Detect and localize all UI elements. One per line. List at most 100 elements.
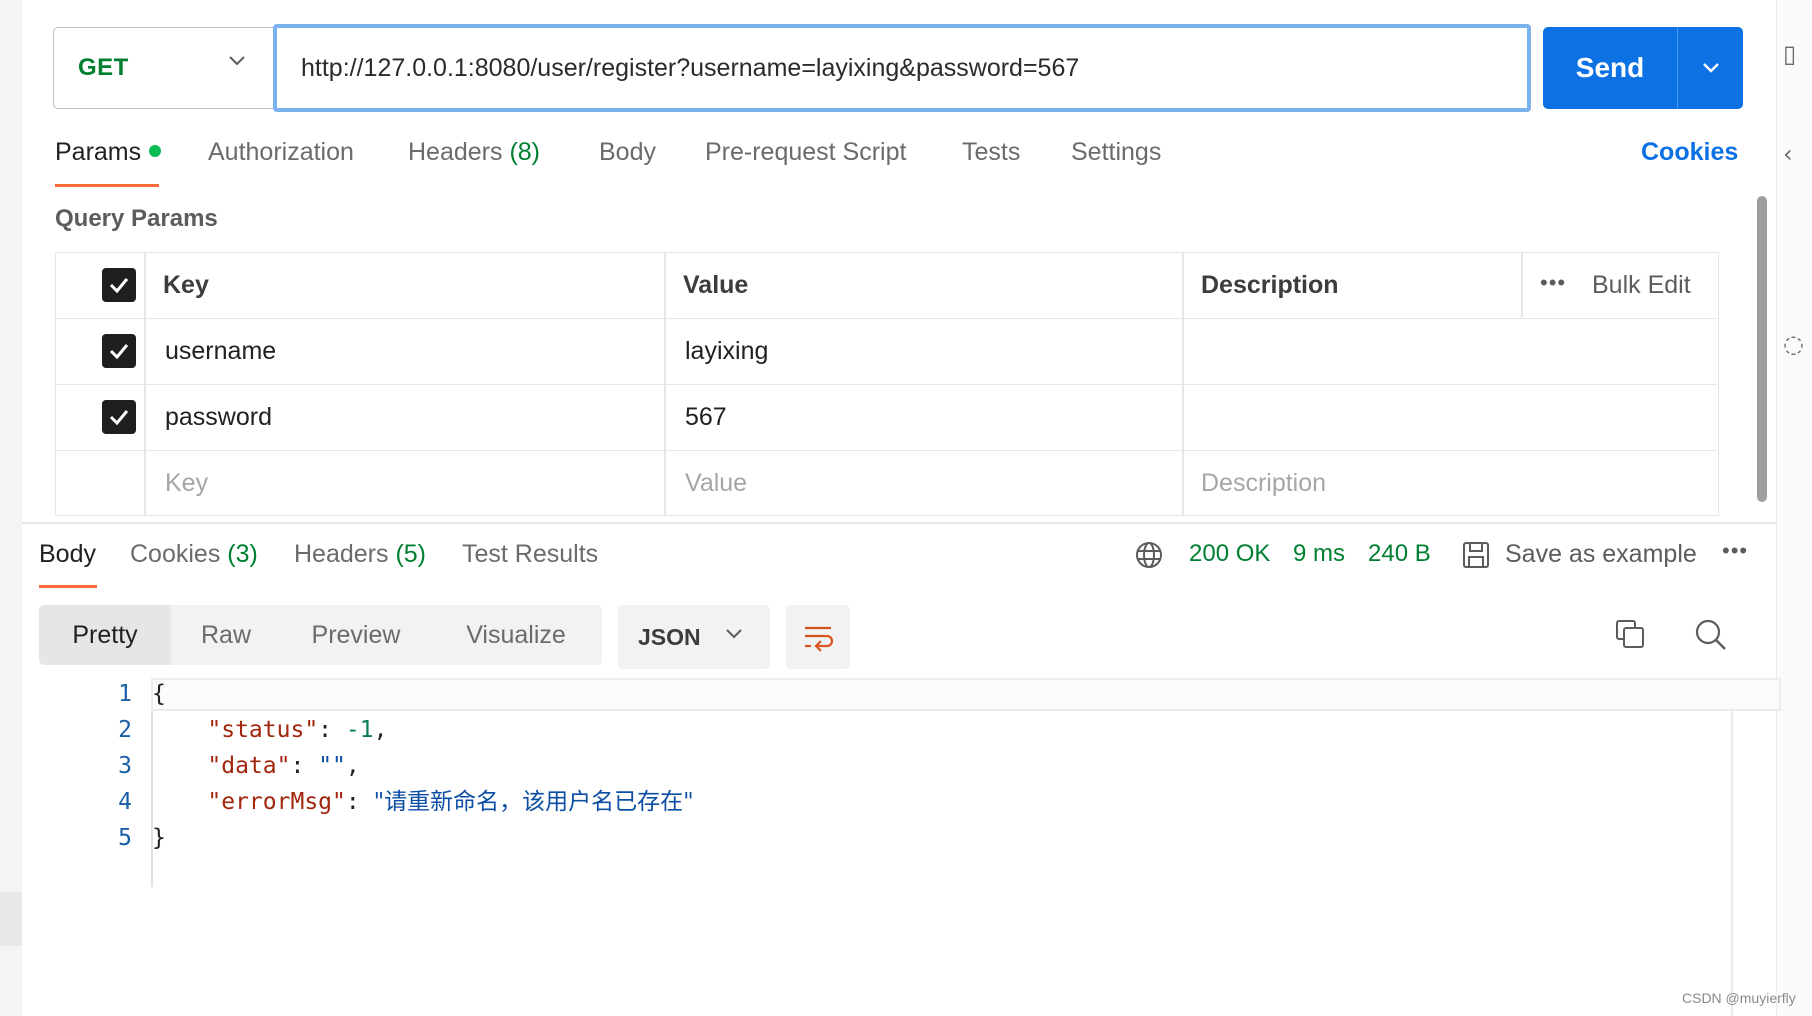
table-row: username layixing [56,319,1717,385]
param-value-cell[interactable]: 567 [685,385,727,449]
tab-response-headers[interactable]: Headers (5) [294,540,426,569]
tab-response-body[interactable]: Body [39,540,96,569]
chevron-left-icon[interactable]: ‹ [1783,140,1793,168]
pane-divider[interactable] [22,522,1776,524]
param-description-cell[interactable] [1201,319,1511,383]
tab-label: Authorization [208,138,354,166]
right-sidebar-edge: ▯ ‹ ◌ [1776,0,1812,1016]
json-key: "data" [207,753,291,779]
column-header-description: Description [1201,271,1339,299]
tab-tests[interactable]: Tests [962,138,1020,167]
tab-count: (8) [509,138,541,166]
chevron-down-icon [1702,63,1719,73]
send-options-button[interactable] [1678,61,1743,75]
more-options-icon[interactable]: ••• [1540,253,1566,317]
code-line: "status": -1, [207,717,388,743]
view-visualize[interactable]: Visualize [431,605,601,665]
new-key-input[interactable]: Key [165,451,208,515]
tab-label: Cookies [130,540,221,568]
query-params-title: Query Params [55,205,218,232]
send-button[interactable]: Send [1543,27,1743,109]
method-select[interactable]: GET [53,27,273,109]
table-row-empty: Key Value Description [56,451,1717,517]
save-as-example-button[interactable]: Save as example [1505,540,1697,569]
code-line: { [152,676,166,712]
bulk-edit-button[interactable]: Bulk Edit [1592,253,1691,317]
param-description-cell[interactable] [1201,385,1511,449]
wrap-lines-icon [805,626,834,652]
tab-count: (3) [227,540,258,568]
send-label: Send [1575,52,1645,83]
checkbox-checked-icon [109,410,129,426]
wrap-lines-button[interactable] [786,605,850,669]
method-label: GET [78,54,129,81]
tab-label: Headers [294,540,389,568]
params-active-dot [149,145,162,158]
new-description-input[interactable]: Description [1201,451,1326,515]
active-tab-indicator [55,184,159,187]
tab-pre-request-script[interactable]: Pre-request Script [705,138,906,167]
table-row: password 567 [56,385,1717,451]
left-sidebar-handle[interactable] [0,892,22,946]
tab-params[interactable]: Params [55,138,162,167]
url-text: http://127.0.0.1:8080/user/register?user… [301,53,1080,82]
postman-window: ▯ ‹ ◌ GET http://127.0.0.1:8080/user/reg… [0,0,1812,1016]
response-time[interactable]: 9 ms [1293,540,1345,576]
format-select[interactable]: JSON [618,605,770,669]
globe-icon[interactable] [1134,540,1164,570]
view-pretty[interactable]: Pretty [39,605,171,665]
checkbox-checked-icon [109,344,129,360]
copy-icon[interactable] [1614,618,1646,650]
tab-authorization[interactable]: Authorization [208,138,354,167]
tab-headers[interactable]: Headers (8) [408,138,540,167]
line-number: 5 [118,825,132,851]
param-key-cell[interactable]: password [165,385,272,449]
tab-label: Body [39,540,96,568]
code-line: "errorMsg": "请重新命名，该用户名已存在" [207,789,694,815]
line-number: 1 [118,681,132,707]
new-value-input[interactable]: Value [685,451,747,515]
row-checkbox[interactable] [102,400,136,434]
current-line-highlight [151,678,1781,711]
doc-icon[interactable]: ▯ [1783,40,1796,68]
tab-test-results[interactable]: Test Results [462,540,598,569]
body-view-switcher: Pretty Raw Preview Visualize [39,605,602,665]
column-header-value: Value [683,271,749,299]
param-value-cell[interactable]: layixing [685,319,768,383]
json-value: "请重新命名，该用户名已存在" [373,789,694,815]
json-key: "status" [207,717,319,743]
tab-count: (5) [395,540,427,568]
param-key-cell[interactable]: username [165,319,276,383]
watermark: CSDN @muyierfly [1682,990,1796,1006]
search-icon[interactable] [1694,618,1728,652]
json-value: "" [318,753,346,779]
status-code[interactable]: 200 OK [1189,540,1270,576]
line-number: 2 [118,717,132,743]
json-key: "errorMsg" [207,789,346,815]
editor-ruler [1731,711,1733,1016]
tab-label: Params [55,138,142,166]
url-input[interactable]: http://127.0.0.1:8080/user/register?user… [273,24,1531,112]
tab-label: Settings [1071,138,1162,166]
view-preview[interactable]: Preview [281,605,431,665]
cookies-link[interactable]: Cookies [1641,138,1738,167]
tab-settings[interactable]: Settings [1071,138,1161,167]
response-body-editor[interactable]: 1 2 3 4 5 { "status": -1, "data": "", "e… [22,676,1781,1016]
save-icon[interactable] [1461,540,1491,570]
response-size[interactable]: 240 B [1368,540,1431,576]
format-select-value: JSON [638,623,701,650]
tab-label: Body [599,138,656,166]
tab-response-cookies[interactable]: Cookies (3) [130,540,258,569]
code-line: "data": "", [207,753,360,779]
view-raw[interactable]: Raw [171,605,281,665]
request-scrollbar[interactable] [1757,196,1767,502]
select-all-checkbox[interactable] [102,268,136,302]
query-params-table: Key Value Description ••• Bulk Edit user… [55,252,1719,516]
info-icon[interactable]: ◌ [1783,330,1804,358]
more-options-icon[interactable]: ••• [1722,538,1748,564]
left-sidebar-edge [0,0,22,1016]
json-value: -1 [345,717,374,743]
code-line: } [152,820,166,856]
row-checkbox[interactable] [102,334,136,368]
tab-body[interactable]: Body [599,138,656,167]
